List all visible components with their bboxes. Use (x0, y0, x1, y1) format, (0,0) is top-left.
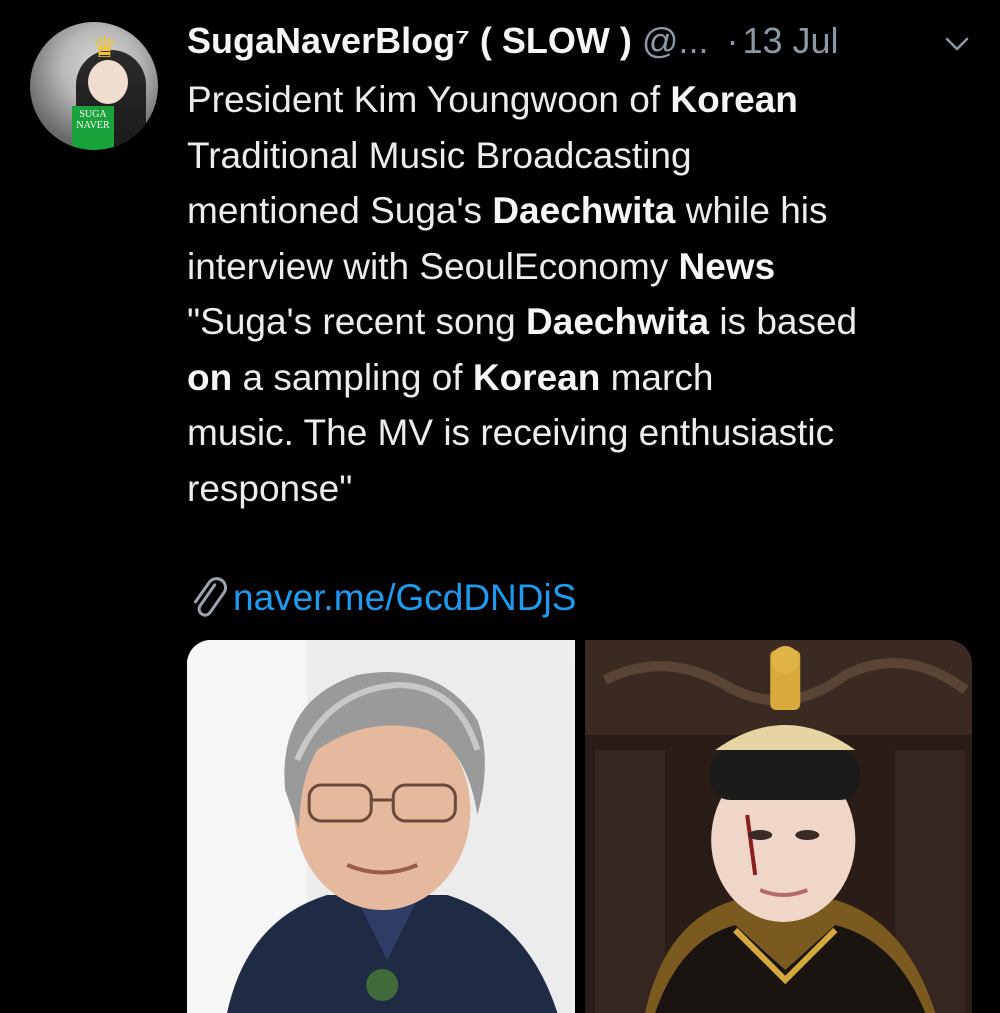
tweet-line: President Kim Youngwoon of Korean (187, 79, 798, 120)
separator-dot: · (726, 20, 739, 61)
tweet-line: response" (187, 467, 353, 509)
avatar[interactable]: ♛ SUGA NAVER (30, 22, 158, 150)
avatar-badge: SUGA NAVER (72, 106, 114, 150)
media-grid (187, 640, 972, 1013)
tweet-line: interview with SeoulEconomy News (187, 245, 776, 287)
tweet-header: SugaNaverBlog⁷ ( SLOW ) @... · 13 Jul (187, 20, 970, 66)
tweet-line: on a sampling of Korean march (187, 356, 714, 398)
portrait-illustration (187, 640, 575, 1013)
tweet-link[interactable]: naver.me/GcdDNDjS (187, 570, 576, 626)
crown-icon: ♛ (92, 32, 118, 63)
king-illustration (584, 640, 972, 1013)
photo-suga-daechwita[interactable] (584, 640, 972, 1013)
tweet-text: President Kim Youngwoon of Korean Tradit… (187, 72, 967, 516)
display-name[interactable]: SugaNaverBlog⁷ ( SLOW ) (187, 20, 632, 62)
avatar-badge-line1: SUGA (79, 109, 107, 120)
tweet-line: Traditional Music Broadcasting (187, 134, 692, 176)
chevron-down-icon[interactable] (944, 34, 970, 54)
avatar-face (88, 60, 128, 104)
handle[interactable]: @... (642, 20, 709, 62)
link-url[interactable]: naver.me/GcdDNDjS (233, 577, 576, 619)
paperclip-icon (193, 577, 228, 617)
tweet: ♛ SUGA NAVER SugaNaverBlog⁷ ( SLOW ) @..… (0, 0, 1000, 1013)
photo-man-portrait[interactable] (187, 640, 575, 1013)
tweet-line: music. The MV is receiving enthusiastic (187, 412, 835, 453)
tweet-line: mentioned Suga's Daechwita while his (187, 190, 828, 231)
tweet-line: "Suga's recent song Daechwita is based (187, 301, 858, 342)
avatar-badge-line2: NAVER (76, 120, 110, 131)
tweet-date[interactable]: 13 Jul (742, 20, 838, 62)
